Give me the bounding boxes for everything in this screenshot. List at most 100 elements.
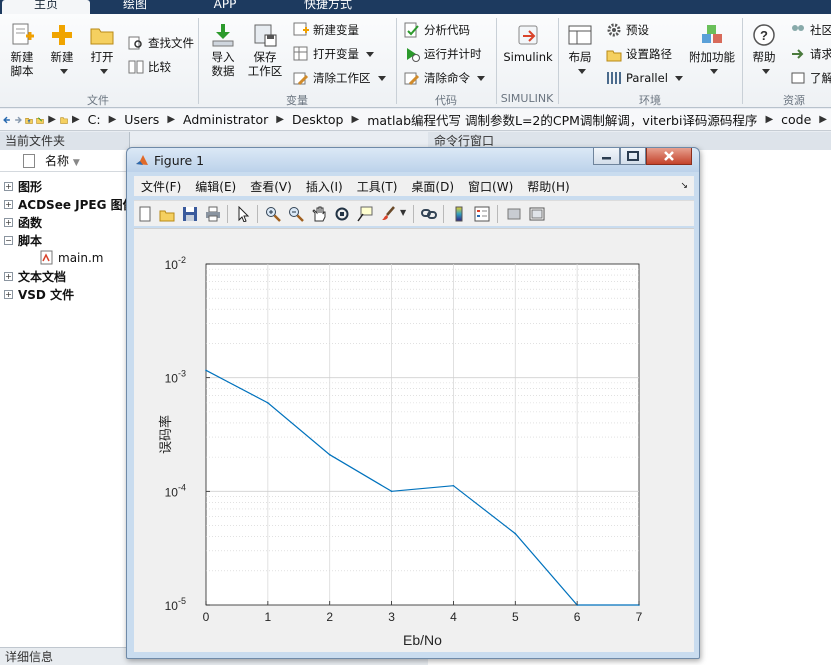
pan-icon[interactable] bbox=[311, 206, 327, 222]
addons-button[interactable]: 附加功能 bbox=[686, 22, 738, 78]
up-folder-icon[interactable] bbox=[25, 113, 33, 127]
menu-tools[interactable]: 工具(T) bbox=[350, 178, 405, 195]
open-variable-button[interactable]: 打开变量 bbox=[293, 46, 374, 62]
back-arrow-icon[interactable] bbox=[3, 113, 11, 127]
save-workspace-button[interactable]: 保存 工作区 bbox=[246, 22, 284, 78]
hide-plot-tools-icon[interactable] bbox=[506, 206, 522, 222]
maximize-button[interactable] bbox=[620, 148, 646, 165]
colorbar-icon[interactable] bbox=[451, 206, 467, 222]
tree-item-acdsee-jpeg[interactable]: + ACDSee JPEG 图像 bbox=[4, 196, 135, 213]
new-variable-label: 新建变量 bbox=[313, 23, 359, 37]
import-data-button[interactable]: 导入 数据 bbox=[204, 22, 242, 78]
path-segment[interactable]: code bbox=[781, 112, 811, 127]
zoom-in-icon[interactable] bbox=[265, 206, 281, 222]
open-button[interactable]: 打开 bbox=[86, 22, 118, 78]
new-button[interactable]: 新建 bbox=[44, 22, 80, 78]
legend-icon[interactable] bbox=[474, 206, 490, 222]
brush-icon[interactable] bbox=[380, 206, 396, 222]
data-cursor-icon[interactable] bbox=[357, 206, 373, 222]
menu-file[interactable]: 文件(F) bbox=[134, 178, 188, 195]
path-chevron-icon: ▶ bbox=[108, 114, 117, 125]
menu-insert[interactable]: 插入(I) bbox=[299, 178, 350, 195]
expand-icon[interactable]: + bbox=[4, 272, 13, 281]
zoom-out-icon[interactable] bbox=[288, 206, 304, 222]
menu-desktop[interactable]: 桌面(D) bbox=[404, 178, 461, 195]
parallel-button[interactable]: Parallel bbox=[606, 70, 683, 86]
run-and-time-button[interactable]: 运行并计时 bbox=[404, 46, 482, 62]
clear-commands-button[interactable]: 清除命令 bbox=[404, 70, 485, 86]
chevron-down-icon bbox=[59, 69, 68, 74]
compare-button[interactable]: 比较 bbox=[128, 59, 171, 75]
tab-home[interactable]: 主页 bbox=[2, 0, 90, 14]
expand-icon[interactable]: + bbox=[4, 290, 13, 299]
open-file-icon[interactable] bbox=[159, 206, 175, 222]
tree-item-label: VSD 文件 bbox=[18, 288, 75, 302]
data-point bbox=[390, 490, 393, 493]
chevron-down-icon[interactable]: ▼ bbox=[400, 208, 406, 217]
find-files-icon bbox=[128, 36, 142, 50]
tree-item-graphics[interactable]: + 图形 bbox=[4, 178, 42, 195]
path-segment[interactable]: Desktop bbox=[292, 112, 344, 127]
expand-icon[interactable]: + bbox=[4, 218, 13, 227]
find-files-label: 查找文件 bbox=[148, 36, 194, 50]
new-label: 新建 bbox=[50, 50, 74, 64]
tree-item-scripts[interactable]: − 脚本 bbox=[4, 232, 42, 249]
tree-item-vsd-files[interactable]: + VSD 文件 bbox=[4, 286, 74, 303]
new-figure-icon[interactable] bbox=[137, 206, 153, 222]
path-segment[interactable]: Users bbox=[124, 112, 159, 127]
menu-view[interactable]: 查看(V) bbox=[243, 178, 299, 195]
help-button[interactable]: ? 帮助 bbox=[746, 22, 782, 78]
save-icon[interactable] bbox=[182, 206, 198, 222]
tree-item-functions[interactable]: + 函数 bbox=[4, 214, 42, 231]
clear-workspace-button[interactable]: 清除工作区 bbox=[293, 70, 386, 86]
menu-edit[interactable]: 编辑(E) bbox=[188, 178, 243, 195]
new-variable-button[interactable]: 新建变量 bbox=[293, 22, 359, 38]
y-tick-base: 10 bbox=[165, 258, 179, 272]
path-segment[interactable]: Administrator bbox=[183, 112, 268, 127]
link-icon[interactable] bbox=[421, 206, 437, 222]
environment-group-label: 环境 bbox=[639, 94, 661, 107]
minimize-button[interactable] bbox=[593, 148, 620, 165]
set-path-label: 设置路径 bbox=[626, 47, 672, 61]
new-script-button[interactable]: 新建 脚本 bbox=[4, 22, 40, 78]
browse-folder-icon[interactable] bbox=[36, 113, 44, 127]
ribbon-tab-strip: 主页 绘图 APP 快捷方式 bbox=[0, 0, 831, 14]
forward-arrow-icon[interactable] bbox=[14, 113, 22, 127]
x-tick-label: 7 bbox=[636, 610, 643, 624]
menu-help[interactable]: 帮助(H) bbox=[520, 178, 576, 195]
details-panel-header[interactable]: 详细信息 bbox=[0, 647, 130, 665]
tab-apps[interactable]: APP bbox=[190, 0, 260, 14]
find-files-button[interactable]: 查找文件 bbox=[128, 35, 194, 51]
expand-icon[interactable]: + bbox=[4, 182, 13, 191]
figure-titlebar[interactable]: Figure 1 bbox=[127, 148, 699, 172]
layout-button[interactable]: 布局 bbox=[562, 22, 598, 78]
file-main-m[interactable]: main.m bbox=[40, 250, 104, 265]
rotate-icon[interactable] bbox=[334, 206, 350, 222]
ber-chart[interactable]: 01234567 10-510-410-310-2 Eb/No 误码率 bbox=[134, 229, 694, 653]
print-icon[interactable] bbox=[205, 206, 221, 222]
community-button[interactable]: 社区 bbox=[790, 22, 831, 38]
file-group-label: 文件 bbox=[87, 94, 109, 107]
tree-item-text-documents[interactable]: + 文本文档 bbox=[4, 268, 66, 285]
name-column-header[interactable]: 名称 ▼ bbox=[0, 150, 129, 172]
collapse-icon[interactable]: − bbox=[4, 236, 13, 245]
learn-button[interactable]: 了解 bbox=[790, 70, 831, 86]
path-chevron-icon: ▶ bbox=[48, 114, 56, 125]
set-path-button[interactable]: 设置路径 bbox=[606, 46, 672, 62]
preferences-button[interactable]: 预设 bbox=[606, 22, 649, 38]
path-segment[interactable]: matlab编程代写 调制参数L=2的CPM调制解调，viterbi译码源码程序 bbox=[367, 110, 757, 129]
expand-icon[interactable]: + bbox=[4, 200, 13, 209]
dock-arrow-icon[interactable]: ↘ bbox=[680, 181, 688, 191]
close-button[interactable] bbox=[646, 148, 692, 165]
menu-window[interactable]: 窗口(W) bbox=[461, 178, 520, 195]
show-plot-tools-icon[interactable] bbox=[529, 206, 545, 222]
pointer-icon[interactable] bbox=[235, 206, 251, 222]
path-chevron-icon: ▶ bbox=[276, 114, 284, 125]
tab-shortcuts[interactable]: 快捷方式 bbox=[290, 0, 366, 14]
path-segment[interactable]: C: bbox=[88, 112, 101, 127]
simulink-button[interactable]: Simulink bbox=[502, 22, 554, 64]
figure-menubar: 文件(F) 编辑(E) 查看(V) 插入(I) 工具(T) 桌面(D) 窗口(W… bbox=[134, 176, 694, 196]
analyze-code-button[interactable]: 分析代码 bbox=[404, 22, 470, 38]
request-support-button[interactable]: 请求 bbox=[790, 46, 831, 62]
tab-plots[interactable]: 绘图 bbox=[100, 0, 170, 14]
